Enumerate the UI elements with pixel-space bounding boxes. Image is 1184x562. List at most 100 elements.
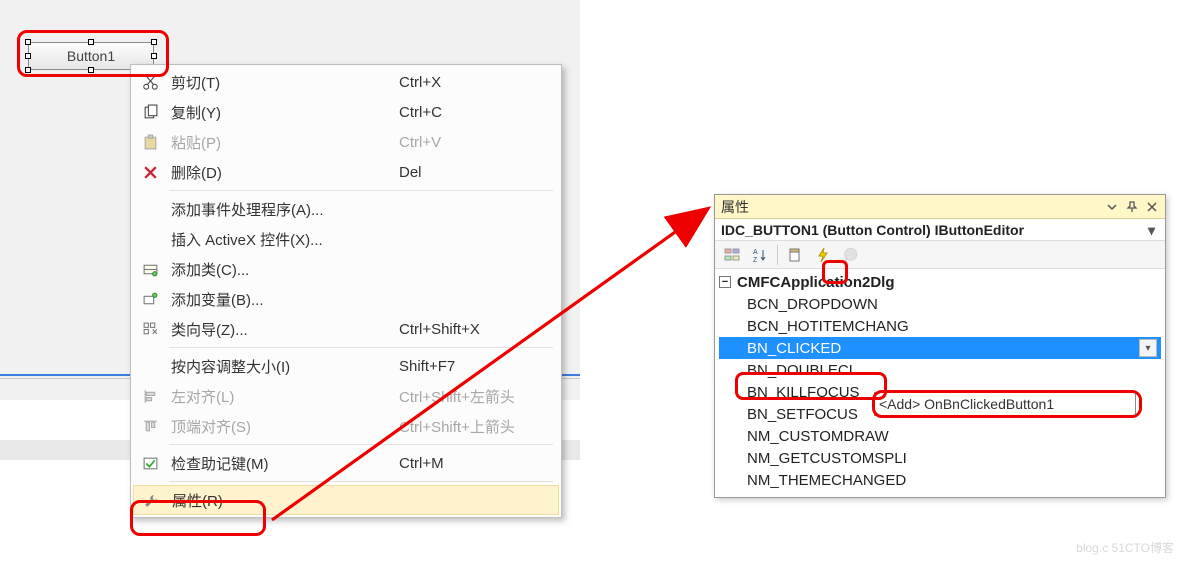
menu-item[interactable]: 检查助记键(M)Ctrl+M (133, 448, 559, 478)
properties-page-icon[interactable] (784, 244, 806, 266)
menu-item-label: 插入 ActiveX 控件(X)... (167, 229, 399, 250)
menu-item-label: 按内容调整大小(I) (167, 356, 399, 377)
resize-handle[interactable] (25, 53, 31, 59)
chevron-down-icon[interactable]: ▾ (1144, 219, 1159, 241)
wrench-icon (134, 486, 168, 514)
resize-handle[interactable] (88, 39, 94, 45)
menu-item-label: 检查助记键(M) (167, 453, 399, 474)
menu-item[interactable]: 添加类(C)... (133, 254, 559, 284)
event-name: NM_GETCUSTOMSPLI (747, 450, 907, 467)
properties-event-list: − CMFCApplication2Dlg BCN_DROPDOWN BCN_HO… (715, 269, 1165, 497)
button1-label: Button1 (67, 48, 115, 64)
menu-item-shortcut: Ctrl+X (399, 74, 559, 91)
menu-item-label: 粘贴(P) (167, 132, 399, 153)
menu-item: 粘贴(P)Ctrl+V (133, 127, 559, 157)
menu-item-label: 复制(Y) (167, 102, 399, 123)
menu-item[interactable]: 添加事件处理程序(A)... (133, 194, 559, 224)
event-row[interactable]: NM_GETCUSTOMSPLI (719, 447, 1161, 469)
svg-text:Z: Z (753, 257, 758, 263)
menu-item-label: 添加变量(B)... (167, 289, 399, 310)
properties-title: 属性 (721, 197, 749, 217)
menu-item[interactable]: 添加变量(B)... (133, 284, 559, 314)
menu-item-label: 属性(R) (168, 490, 398, 511)
menu-item[interactable]: 插入 ActiveX 控件(X)... (133, 224, 559, 254)
resize-handle[interactable] (151, 53, 157, 59)
align-l-icon (133, 381, 167, 411)
event-name: BN_DOUBLECL (747, 362, 857, 379)
resize-handle[interactable] (88, 67, 94, 73)
event-group[interactable]: − CMFCApplication2Dlg (719, 271, 1161, 293)
event-name: NM_THEMECHANGED (747, 472, 906, 489)
align-t-icon (133, 411, 167, 441)
menu-item: 顶端对齐(S)Ctrl+Shift+上箭头 (133, 411, 559, 441)
cut-icon (133, 67, 167, 97)
watermark: blog.c 51CTO博客 (1076, 539, 1174, 556)
menu-item-label: 左对齐(L) (167, 386, 399, 407)
event-name: NM_CUSTOMDRAW (747, 428, 889, 445)
event-row[interactable]: BN_DOUBLECL (719, 359, 1161, 381)
event-row[interactable]: NM_THEMECHANGED (719, 469, 1161, 491)
event-name: BN_CLICKED (747, 340, 841, 357)
menu-item[interactable]: 类向导(Z)...Ctrl+Shift+X (133, 314, 559, 344)
event-row[interactable]: NM_CUSTOMDRAW (719, 425, 1161, 447)
events-icon[interactable] (812, 244, 834, 266)
menu-item[interactable]: 按内容调整大小(I)Shift+F7 (133, 351, 559, 381)
properties-panel: 属性 IDC_BUTTON1 (Button Control) IButtonE… (714, 194, 1166, 498)
event-row[interactable]: BCN_HOTITEMCHANG (719, 315, 1161, 337)
menu-item-label: 添加事件处理程序(A)... (167, 199, 399, 220)
menu-item[interactable]: 属性(R) (133, 485, 559, 515)
event-row[interactable]: BCN_DROPDOWN (719, 293, 1161, 315)
menu-item[interactable]: 删除(D)Del (133, 157, 559, 187)
pin-icon[interactable] (1123, 198, 1141, 216)
event-row[interactable]: BN_CLICKED ▾ (719, 337, 1161, 359)
blank-icon (133, 224, 167, 254)
messages-icon[interactable] (840, 244, 862, 266)
menu-item-shortcut: Ctrl+Shift+X (399, 321, 559, 338)
menu-item-shortcut: Ctrl+V (399, 134, 559, 151)
menu-item[interactable]: 剪切(T)Ctrl+X (133, 67, 559, 97)
menu-item-label: 删除(D) (167, 162, 399, 183)
menu-item-shortcut: Del (399, 164, 559, 181)
class-icon (133, 254, 167, 284)
delete-icon (133, 157, 167, 187)
menu-separator (169, 444, 553, 445)
check-icon (133, 448, 167, 478)
menu-item-shortcut: Ctrl+Shift+左箭头 (399, 386, 559, 407)
menu-item-shortcut: Ctrl+C (399, 104, 559, 121)
collapse-icon[interactable]: − (719, 276, 731, 288)
alphabetical-icon[interactable]: AZ (749, 244, 771, 266)
blank-icon (133, 194, 167, 224)
menu-item-shortcut: Ctrl+M (399, 455, 559, 472)
event-name: BCN_DROPDOWN (747, 296, 878, 313)
event-name: BN_KILLFOCUS (747, 384, 860, 401)
dropdown-icon[interactable] (1103, 198, 1121, 216)
copy-icon (133, 97, 167, 127)
properties-titlebar[interactable]: 属性 (715, 195, 1165, 219)
menu-item-label: 顶端对齐(S) (167, 416, 399, 437)
categorized-icon[interactable] (721, 244, 743, 266)
event-name: BN_SETFOCUS (747, 406, 858, 423)
resize-handle[interactable] (25, 67, 31, 73)
paste-icon (133, 127, 167, 157)
add-handler-popup[interactable]: <Add> OnBnClickedButton1 (874, 392, 1136, 416)
menu-item-label: 类向导(Z)... (167, 319, 399, 340)
menu-separator (169, 190, 553, 191)
properties-subtitle[interactable]: IDC_BUTTON1 (Button Control) IButtonEdit… (715, 219, 1165, 241)
menu-item: 左对齐(L)Ctrl+Shift+左箭头 (133, 381, 559, 411)
var-icon (133, 284, 167, 314)
menu-item[interactable]: 复制(Y)Ctrl+C (133, 97, 559, 127)
menu-item-shortcut: Shift+F7 (399, 358, 559, 375)
context-menu: 剪切(T)Ctrl+X复制(Y)Ctrl+C粘贴(P)Ctrl+V删除(D)De… (130, 64, 562, 518)
menu-separator (169, 481, 553, 482)
menu-item-label: 剪切(T) (167, 72, 399, 93)
close-icon[interactable] (1143, 198, 1161, 216)
resize-handle[interactable] (25, 39, 31, 45)
resize-handle[interactable] (151, 39, 157, 45)
svg-text:A: A (753, 249, 758, 256)
event-name: BCN_HOTITEMCHANG (747, 318, 909, 335)
properties-toolbar: AZ (715, 241, 1165, 269)
blank-icon (133, 351, 167, 381)
menu-separator (169, 347, 553, 348)
menu-item-label: 添加类(C)... (167, 259, 399, 280)
chevron-down-icon[interactable]: ▾ (1139, 339, 1157, 357)
